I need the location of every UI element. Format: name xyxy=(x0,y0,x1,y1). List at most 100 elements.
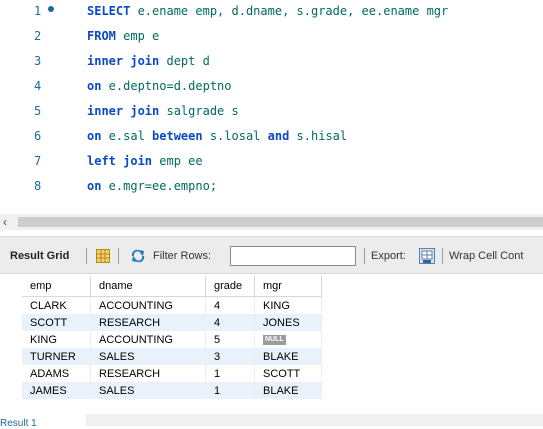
filter-rows-label: Filter Rows: xyxy=(153,250,212,262)
table-row[interactable]: SCOTT RESEARCH 4 JONES xyxy=(22,314,322,331)
table-cell-mgr[interactable]: NULL xyxy=(254,331,322,348)
toolbar-separator xyxy=(364,248,365,264)
export-table-icon[interactable] xyxy=(419,248,435,264)
code-text: FROM emp e xyxy=(87,25,159,47)
table-cell-dname[interactable]: SALES xyxy=(90,348,206,365)
sql-text: e.sal xyxy=(101,129,153,143)
code-text: inner join dept d xyxy=(87,50,210,72)
sql-keyword: on xyxy=(87,179,102,193)
table-cell-mgr[interactable]: KING xyxy=(254,296,322,314)
table-cell-emp[interactable]: ADAMS xyxy=(22,365,91,382)
column-header-emp[interactable]: emp xyxy=(22,276,91,297)
sql-keyword: inner join xyxy=(87,104,160,118)
code-line[interactable]: 7 left join emp ee xyxy=(0,150,543,172)
sql-keyword: left join xyxy=(87,154,153,168)
table-row[interactable]: KING ACCOUNTING 5 NULL xyxy=(22,331,322,348)
table-cell-emp[interactable]: JAMES xyxy=(22,382,91,399)
grid-horizontal-scrollbar[interactable] xyxy=(86,414,543,426)
sql-text: s.hisal xyxy=(289,129,348,143)
refresh-arrows-icon[interactable] xyxy=(130,249,146,263)
table-row[interactable]: CLARK ACCOUNTING 4 KING xyxy=(22,296,322,314)
code-text: SELECT e.ename emp, d.dname, s.grade, ee… xyxy=(87,0,448,22)
line-number: 2 xyxy=(34,29,42,43)
code-text: on e.deptno=d.deptno xyxy=(87,75,232,97)
line-number: 3 xyxy=(34,54,42,68)
sql-text: dept d xyxy=(159,54,210,68)
scroll-left-arrow-icon[interactable]: ‹ xyxy=(3,214,7,230)
toolbar-separator xyxy=(118,248,119,264)
scrollbar-thumb[interactable] xyxy=(18,217,543,227)
column-header-dname[interactable]: dname xyxy=(90,276,206,297)
statement-marker-icon xyxy=(48,6,54,12)
toolbar-separator xyxy=(442,248,443,264)
table-cell-emp[interactable]: CLARK xyxy=(22,296,91,314)
table-cell-dname[interactable]: ACCOUNTING xyxy=(90,331,206,348)
toolbar-separator xyxy=(86,248,87,264)
sql-text: e.deptno=d.deptno xyxy=(101,79,232,93)
result-grid[interactable]: emp dname grade mgr CLARK ACCOUNTING 4 KING… xyxy=(0,276,338,426)
result-toolbar: Result Grid Filter Rows: Export: Wrap Ce… xyxy=(0,236,543,274)
table-cell-dname[interactable]: RESEARCH xyxy=(90,314,206,331)
code-line[interactable]: 5 inner join salgrade s xyxy=(0,100,543,122)
line-number: 5 xyxy=(34,104,42,118)
code-text: inner join salgrade s xyxy=(87,100,239,122)
table-cell-mgr[interactable]: SCOTT xyxy=(254,365,322,382)
table-cell-dname[interactable]: RESEARCH xyxy=(90,365,206,382)
line-number: 4 xyxy=(34,79,42,93)
export-label: Export: xyxy=(371,250,406,262)
column-header-grade[interactable]: grade xyxy=(205,276,255,297)
table-cell-emp[interactable]: SCOTT xyxy=(22,314,91,331)
code-text: left join emp ee xyxy=(87,150,203,172)
result-tab[interactable]: Result 1 xyxy=(0,418,37,429)
table-cell-emp[interactable]: KING xyxy=(22,331,91,348)
table-cell-grade[interactable]: 4 xyxy=(205,314,255,331)
table-cell-grade[interactable]: 5 xyxy=(205,331,255,348)
sql-keyword: and xyxy=(267,129,290,143)
line-number: 1 xyxy=(34,4,42,18)
sql-keyword: SELECT xyxy=(87,4,131,18)
grid-view-icon[interactable] xyxy=(96,249,110,263)
table-cell-grade[interactable]: 1 xyxy=(205,382,255,399)
table-cell-grade[interactable]: 3 xyxy=(205,348,255,365)
sql-text: emp ee xyxy=(152,154,203,168)
table-header-row: emp dname grade mgr xyxy=(22,276,322,297)
null-badge: NULL xyxy=(263,334,286,345)
code-text: on e.mgr=ee.empno; xyxy=(87,175,217,197)
table-row[interactable]: TURNER SALES 3 BLAKE xyxy=(22,348,322,365)
sql-text: s.losal xyxy=(202,129,268,143)
line-number: 6 xyxy=(34,129,42,143)
wrap-cell-content-label[interactable]: Wrap Cell Cont xyxy=(449,237,523,275)
code-text: on e.sal between s.losal and s.hisal xyxy=(87,125,347,147)
table-cell-emp[interactable]: TURNER xyxy=(22,348,91,365)
result-grid-tab[interactable]: Result Grid xyxy=(10,237,69,275)
column-header-mgr[interactable]: mgr xyxy=(254,276,322,297)
table-cell-grade[interactable]: 4 xyxy=(205,296,255,314)
sql-keyword: between xyxy=(152,129,203,143)
result-table: emp dname grade mgr CLARK ACCOUNTING 4 KING… xyxy=(22,276,322,399)
sql-keyword: on xyxy=(87,129,102,143)
code-line[interactable]: 2 FROM emp e xyxy=(0,25,543,47)
sql-keyword: FROM xyxy=(87,29,116,43)
editor-horizontal-scrollbar[interactable]: ‹ xyxy=(0,214,543,230)
sql-text: e.mgr=ee.empno; xyxy=(101,179,218,193)
code-line[interactable]: 4 on e.deptno=d.deptno xyxy=(0,75,543,97)
line-number: 8 xyxy=(34,179,42,193)
code-line[interactable]: 3 inner join dept d xyxy=(0,50,543,72)
code-line[interactable]: 1 SELECT e.ename emp, d.dname, s.grade, e… xyxy=(0,0,543,22)
table-row[interactable]: JAMES SALES 1 BLAKE xyxy=(22,382,322,399)
sql-keyword: on xyxy=(87,79,102,93)
filter-rows-input[interactable] xyxy=(230,246,356,266)
sql-text: e.ename emp, d.dname, s.grade, ee.ename … xyxy=(130,4,449,18)
table-cell-dname[interactable]: SALES xyxy=(90,382,206,399)
code-line[interactable]: 8 on e.mgr=ee.empno; xyxy=(0,175,543,197)
table-row[interactable]: ADAMS RESEARCH 1 SCOTT xyxy=(22,365,322,382)
sql-text: emp e xyxy=(115,29,160,43)
table-cell-mgr[interactable]: BLAKE xyxy=(254,348,322,365)
sql-keyword: inner join xyxy=(87,54,160,68)
table-cell-grade[interactable]: 1 xyxy=(205,365,255,382)
table-cell-mgr[interactable]: JONES xyxy=(254,314,322,331)
table-cell-mgr[interactable]: BLAKE xyxy=(254,382,322,399)
sql-editor[interactable]: 1 SELECT e.ename emp, d.dname, s.grade, e… xyxy=(0,0,543,210)
code-line[interactable]: 6 on e.sal between s.losal and s.hisal xyxy=(0,125,543,147)
table-cell-dname[interactable]: ACCOUNTING xyxy=(90,296,206,314)
